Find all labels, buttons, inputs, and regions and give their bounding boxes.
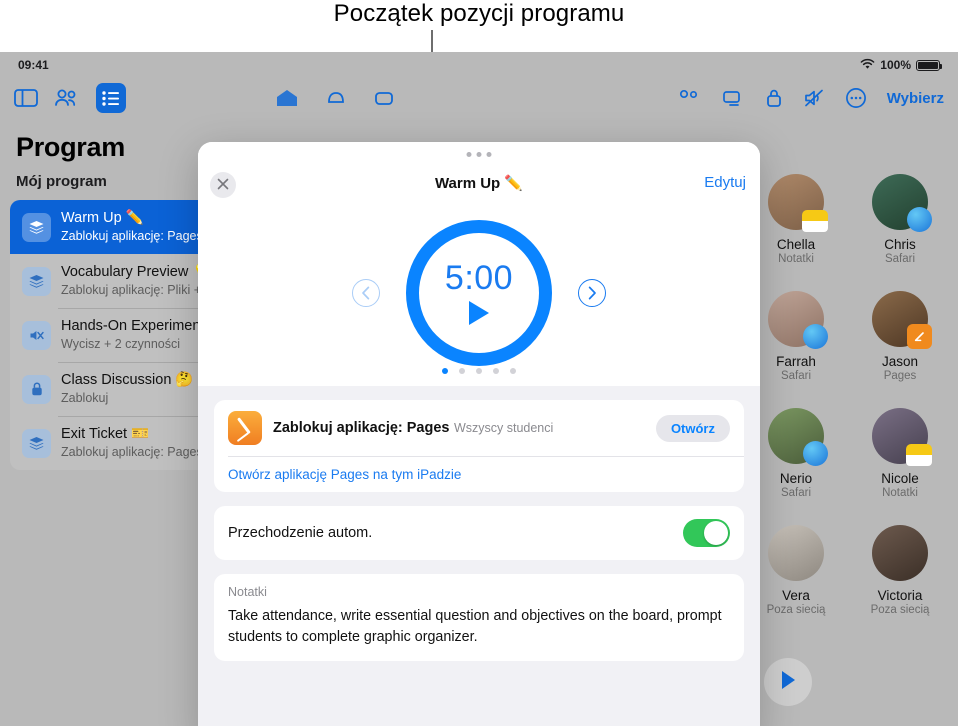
avatar	[768, 291, 828, 349]
avatar	[872, 408, 932, 466]
apps-stack-icon	[22, 212, 51, 242]
sidebar-item-title: Warm Up ✏️	[61, 210, 144, 226]
play-icon	[778, 669, 798, 696]
safari-app-badge-icon	[907, 207, 932, 232]
apps-stack-icon	[22, 266, 51, 296]
apps-stack-icon	[22, 428, 51, 458]
avatar	[768, 408, 828, 466]
callout-label: Początek pozycji programu	[333, 0, 625, 27]
people-group-icon[interactable]	[677, 89, 701, 107]
mute-icon[interactable]	[803, 88, 825, 108]
auto-advance-card: Przechodzenie autom.	[214, 506, 744, 560]
sidebar-item-desc: Zablokuj	[61, 391, 109, 405]
student-status: Poza siecią	[870, 604, 930, 616]
app-lock-title: Zablokuj aplikację: Pages	[273, 420, 450, 436]
lock-icon	[22, 374, 51, 404]
timer-control: 5:00	[352, 220, 606, 366]
app-lock-subtitle: Wszyscy studenci	[453, 421, 554, 435]
notes-text: Take attendance, write essential questio…	[228, 608, 722, 645]
notes-app-badge-icon	[906, 444, 932, 466]
message-icon[interactable]	[373, 88, 395, 108]
student-status: Safari	[884, 253, 916, 265]
sidebar-item-desc: Wycisz + 2 czynności	[61, 337, 181, 351]
notes-card[interactable]: Notatki Take attendance, write essential…	[214, 574, 744, 662]
student-name: Victoria	[877, 588, 923, 603]
student-card[interactable]: Jason Pages	[848, 291, 952, 382]
notes-app-badge-icon	[802, 210, 828, 232]
battery-percent: 100%	[880, 58, 911, 72]
timer-value: 5:00	[444, 259, 514, 297]
sidebar-item-title: Class Discussion 🤔	[61, 372, 194, 388]
bell-icon[interactable]	[325, 88, 347, 108]
timer-dial[interactable]: 5:00	[406, 220, 552, 366]
select-button[interactable]: Wybierz	[887, 90, 944, 107]
auto-advance-row: Przechodzenie autom.	[214, 506, 744, 560]
battery-icon	[916, 59, 942, 71]
student-name: Nicole	[881, 471, 919, 486]
sidebar-item-title: Exit Ticket 🎫	[61, 426, 150, 442]
open-button[interactable]: Otwórz	[655, 414, 730, 442]
sidebar-toggle-icon[interactable]	[14, 88, 38, 108]
play-button[interactable]	[764, 658, 812, 706]
wifi-icon	[860, 58, 875, 73]
avatar	[872, 525, 928, 581]
play-icon[interactable]	[469, 301, 489, 325]
student-name: Chris	[884, 237, 916, 252]
chevron-left-icon[interactable]	[352, 279, 380, 307]
auto-advance-toggle[interactable]	[683, 519, 730, 547]
status-bar: 09:41 100%	[0, 52, 958, 78]
lock-icon[interactable]	[765, 87, 783, 109]
open-app-link[interactable]: Otwórz aplikację Pages na tym iPadzie	[214, 457, 744, 492]
app-lock-card: Zablokuj aplikację: Pages Wszyscy studen…	[214, 400, 744, 492]
home-icon[interactable]	[275, 88, 299, 108]
status-time: 09:41	[18, 58, 49, 72]
chevron-right-icon[interactable]	[578, 279, 606, 307]
student-card[interactable]: Chris Safari	[848, 174, 952, 265]
airplay-icon[interactable]	[721, 89, 745, 107]
student-status: Pages	[883, 370, 917, 382]
people-icon[interactable]	[54, 88, 80, 108]
more-icon[interactable]	[845, 87, 867, 109]
modal-title: Warm Up ✏️	[434, 175, 524, 192]
students-grid: Chella Notatki Chris Safari Farrah Safar…	[744, 174, 952, 616]
student-card[interactable]: Nicole Notatki	[848, 408, 952, 499]
avatar	[768, 525, 824, 581]
student-status: Notatki	[882, 487, 918, 499]
avatar	[872, 291, 932, 349]
sidebar-item-desc: Zablokuj aplikację: Pages	[61, 229, 203, 243]
app-toolbar: Wybierz	[0, 78, 958, 118]
edit-button[interactable]: Edytuj	[704, 174, 746, 191]
safari-app-badge-icon	[803, 324, 828, 349]
modal-header: Warm Up ✏️ Edytuj 5:00	[198, 142, 760, 386]
app-lock-row: Zablokuj aplikację: Pages Wszyscy studen…	[214, 400, 744, 456]
notes-label: Notatki	[228, 585, 267, 599]
avatar	[872, 174, 932, 232]
sidebar-item-desc: Zablokuj aplikację: Pages	[61, 445, 203, 459]
mute-icon	[22, 320, 51, 350]
pages-app-badge-icon	[907, 324, 932, 349]
ipad-screen: 09:41 100% Wybierz Chella Notatki Chris …	[0, 52, 958, 726]
avatar	[768, 174, 828, 232]
activity-detail-modal: Warm Up ✏️ Edytuj 5:00 Zablokuj aplikacj…	[198, 142, 760, 726]
pages-app-icon	[228, 411, 262, 445]
modal-body: Zablokuj aplikację: Pages Wszyscy studen…	[198, 386, 760, 726]
student-card[interactable]: Victoria Poza siecią	[848, 525, 952, 616]
sidebar-item-title: Vocabulary Preview 💡	[61, 264, 211, 280]
auto-advance-label: Przechodzenie autom.	[228, 525, 373, 541]
list-icon[interactable]	[96, 83, 126, 113]
student-name: Jason	[881, 354, 919, 369]
safari-app-badge-icon	[803, 441, 828, 466]
grabber-icon[interactable]	[466, 152, 492, 157]
page-dots[interactable]	[442, 368, 516, 374]
